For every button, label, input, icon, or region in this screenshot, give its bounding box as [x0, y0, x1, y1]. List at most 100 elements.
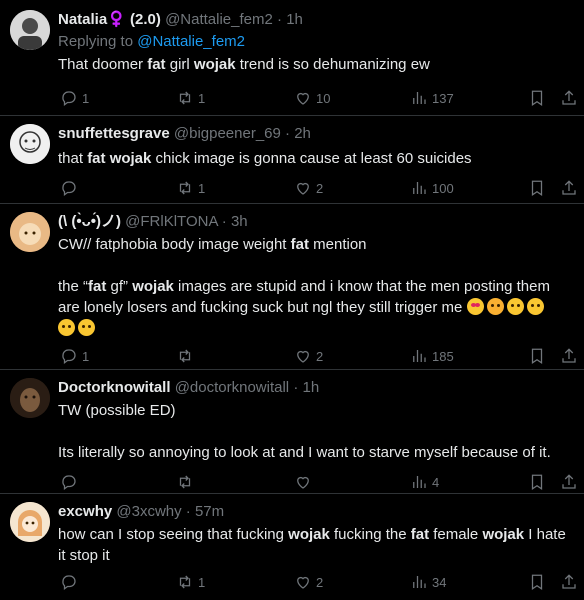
- tweet-actions: 4: [58, 472, 584, 492]
- like-button[interactable]: 2: [294, 346, 323, 366]
- bookmark-button[interactable]: [528, 572, 546, 592]
- reply-button[interactable]: [60, 178, 82, 198]
- text-segment: the “: [58, 278, 89, 295]
- like-count: 2: [316, 348, 324, 364]
- text-segment: fat: [410, 526, 430, 543]
- handle[interactable]: @Nattalie_fem2: [165, 11, 273, 28]
- bookmark-icon: [531, 574, 543, 590]
- reply-count: 1: [82, 90, 90, 106]
- replying-prefix: Replying to: [58, 33, 138, 50]
- like-button[interactable]: 10: [294, 88, 330, 108]
- tweet[interactable]: snuffettesgrave @bigpeener_69 · 2h that …: [0, 116, 584, 204]
- timestamp[interactable]: 57m: [195, 503, 224, 520]
- reply-button[interactable]: [60, 572, 82, 592]
- tweet-actions: 1 2 100: [58, 178, 584, 198]
- heart-eyes-emoji: [466, 298, 484, 315]
- display-name[interactable]: Natalia♀️ (2.0): [58, 11, 161, 28]
- bookmark-button[interactable]: [528, 472, 546, 492]
- text-segment: fucking the: [329, 526, 411, 543]
- replying-to: Replying to @Nattalie_fem2: [58, 32, 574, 52]
- bookmark-button[interactable]: [528, 346, 546, 366]
- tweet-text: TW (possible ED): [58, 402, 176, 419]
- display-name[interactable]: snuffettesgrave: [58, 125, 170, 142]
- text-segment: fat: [147, 56, 166, 73]
- handle[interactable]: @3xcwhy: [116, 503, 181, 520]
- tweet-header: Natalia♀️ (2.0) @Nattalie_fem2 · 1h: [58, 11, 303, 28]
- text-segment: gf”: [106, 278, 133, 295]
- repost-icon: [179, 575, 191, 589]
- handle[interactable]: @doctorknowitall: [175, 379, 289, 396]
- timestamp[interactable]: 3h: [231, 213, 248, 230]
- display-name[interactable]: Doctorknowitall: [58, 379, 171, 396]
- text-segment: CW// fatphobia body image weight: [58, 236, 291, 253]
- like-button[interactable]: 2: [294, 572, 323, 592]
- views-count: 100: [432, 180, 454, 196]
- repost-icon: [179, 181, 191, 195]
- views-count: 185: [432, 348, 454, 364]
- share-button[interactable]: [560, 472, 578, 492]
- tweet[interactable]: excwhy @3xcwhy · 57m how can I stop seei…: [0, 494, 584, 600]
- avatar[interactable]: [10, 502, 50, 542]
- like-count: 2: [316, 180, 324, 196]
- views-button[interactable]: 137: [410, 88, 454, 108]
- share-icon: [562, 574, 576, 589]
- tweet-header: Doctorknowitall @doctorknowitall · 1h: [58, 379, 320, 396]
- squinting-tongue-emoji: [526, 298, 544, 315]
- reply-icon: [62, 91, 76, 107]
- timestamp[interactable]: 1h: [302, 379, 319, 396]
- reply-button[interactable]: [60, 472, 82, 492]
- heart-icon: [297, 92, 309, 105]
- repost-button[interactable]: 1: [176, 178, 205, 198]
- tweet-header: snuffettesgrave @bigpeener_69 · 2h: [58, 125, 311, 142]
- like-button[interactable]: [294, 472, 316, 492]
- repost-button[interactable]: 1: [176, 88, 205, 108]
- repost-count: 1: [198, 180, 206, 196]
- views-button[interactable]: 34: [410, 572, 446, 592]
- timestamp[interactable]: 1h: [286, 11, 303, 28]
- bookmark-icon: [531, 474, 543, 490]
- tweet[interactable]: (\ (•̀ᴗ•́)ノ) @FRlKlTONA · 3h CW// fatpho…: [0, 204, 584, 370]
- views-button[interactable]: 185: [410, 346, 454, 366]
- views-icon: [413, 576, 426, 588]
- display-name[interactable]: excwhy: [58, 503, 112, 520]
- replying-to-link[interactable]: @Nattalie_fem2: [137, 33, 245, 50]
- views-icon: [413, 350, 426, 362]
- text-segment: mention: [308, 236, 367, 253]
- avatar[interactable]: [10, 10, 50, 50]
- views-button[interactable]: 4: [410, 472, 439, 492]
- text-segment: wojak: [193, 56, 236, 73]
- handle[interactable]: @FRlKlTONA: [125, 213, 217, 230]
- zany-face-emoji: [506, 298, 524, 315]
- share-button[interactable]: [560, 88, 578, 108]
- tweet[interactable]: Doctorknowitall @doctorknowitall · 1h TW…: [0, 370, 584, 494]
- tweet-actions: 1 2 185: [58, 346, 584, 366]
- reply-button[interactable]: 1: [60, 346, 89, 366]
- repost-button[interactable]: 1: [176, 572, 205, 592]
- text-segment: wojak: [132, 278, 174, 295]
- reply-icon: [62, 475, 76, 491]
- display-name[interactable]: (\ (•̀ᴗ•́)ノ): [58, 213, 121, 230]
- repost-button[interactable]: [176, 472, 198, 492]
- rolling-laughing-emoji: [58, 319, 75, 336]
- text-segment: chick image is gonna cause at least 60 s…: [151, 150, 472, 167]
- reply-button[interactable]: 1: [60, 88, 89, 108]
- avatar[interactable]: [10, 212, 50, 252]
- like-button[interactable]: 2: [294, 178, 323, 198]
- repost-button[interactable]: [176, 346, 198, 366]
- text-segment: fat wojak: [87, 150, 152, 167]
- views-button[interactable]: 100: [410, 178, 454, 198]
- bookmark-button[interactable]: [528, 178, 546, 198]
- tweet-actions: 1 1 10 137: [58, 88, 584, 108]
- share-icon: [562, 180, 576, 195]
- share-icon: [562, 474, 576, 489]
- share-button[interactable]: [560, 572, 578, 592]
- avatar[interactable]: [10, 378, 50, 418]
- share-button[interactable]: [560, 346, 578, 366]
- tweet[interactable]: Natalia♀️ (2.0) @Nattalie_fem2 · 1h Repl…: [0, 0, 584, 116]
- handle[interactable]: @bigpeener_69: [174, 125, 281, 142]
- text-segment: girl: [165, 56, 194, 73]
- bookmark-button[interactable]: [528, 88, 546, 108]
- share-button[interactable]: [560, 178, 578, 198]
- avatar[interactable]: [10, 124, 50, 164]
- timestamp[interactable]: 2h: [294, 125, 311, 142]
